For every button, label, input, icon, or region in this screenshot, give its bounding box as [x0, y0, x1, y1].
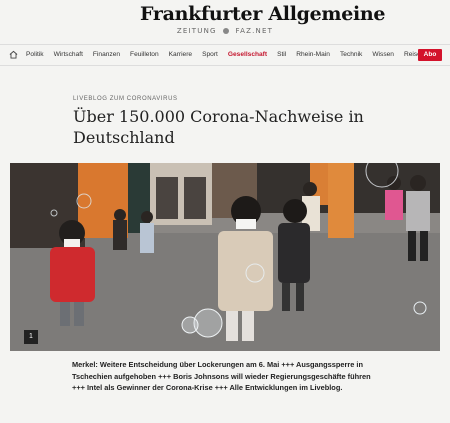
main-navigation: Politik Wirtschaft Finanzen Feuilleton Karri… [0, 44, 450, 66]
article-kicker[interactable]: LIVEBLOG ZUM CORONAVIRUS [73, 96, 178, 102]
article-headline[interactable]: Über 150.000 Corona-Nachweise in Deutsch… [73, 106, 373, 148]
nav-item-stil[interactable]: Stil [277, 51, 286, 58]
masthead: Frankfurter Allgemeine ZEITUNG FAZ.NET [0, 0, 450, 44]
article-photo[interactable] [10, 163, 440, 351]
faz-logo[interactable]: Frankfurter Allgemeine [140, 3, 386, 25]
nav-item-rhein-main[interactable]: Rhein-Main [296, 51, 330, 58]
nav-item-sport[interactable]: Sport [202, 51, 218, 58]
nav-list: Politik Wirtschaft Finanzen Feuilleton Karri… [26, 51, 431, 58]
nav-item-wirtschaft[interactable]: Wirtschaft [54, 51, 83, 58]
nav-item-technik[interactable]: Technik [340, 51, 362, 58]
subline-left: ZEITUNG [176, 27, 217, 35]
dot-icon [223, 28, 230, 34]
nav-item-wissen[interactable]: Wissen [372, 51, 394, 58]
nav-item-politik[interactable]: Politik [26, 51, 44, 58]
home-icon[interactable] [9, 50, 18, 59]
nav-item-gesellschaft[interactable]: Gesellschaft [228, 51, 267, 58]
nav-item-karriere[interactable]: Karriere [169, 51, 192, 58]
logo-subline: ZEITUNG FAZ.NET [170, 27, 280, 35]
browser-screen: Frankfurter Allgemeine ZEITUNG FAZ.NET P… [0, 0, 450, 423]
subline-right: FAZ.NET [235, 27, 274, 35]
abo-button[interactable]: Abo [418, 49, 442, 61]
article-teaser[interactable]: Merkel: Weitere Entscheidung über Locker… [72, 359, 372, 394]
nav-item-feuilleton[interactable]: Feuilleton [130, 51, 159, 58]
nav-item-finanzen[interactable]: Finanzen [93, 51, 120, 58]
photo-illustration [10, 163, 440, 351]
photo-counter[interactable]: 1 [24, 330, 38, 344]
